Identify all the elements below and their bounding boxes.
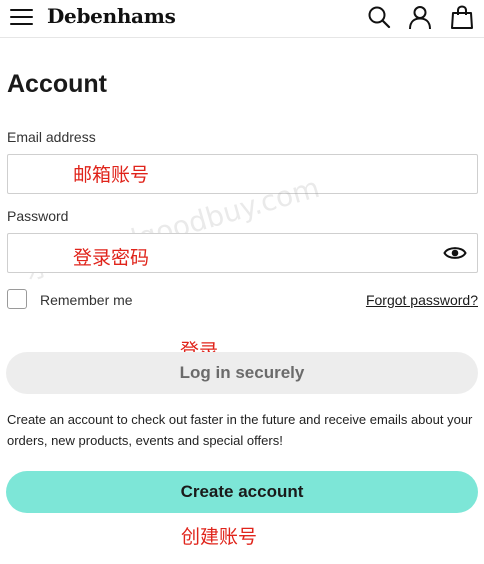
account-icon[interactable] [407,4,433,30]
brand-logo[interactable]: Debenhams [47,4,176,28]
email-label: Email address [7,129,96,145]
bag-icon[interactable] [449,4,475,30]
password-annotation: 登录密码 [73,247,150,269]
remember-me-checkbox[interactable] [7,289,27,309]
forgot-password-link[interactable]: Forgot password? [366,292,478,308]
header: Debenhams [0,0,484,38]
login-button[interactable]: Log in securely [6,352,478,394]
search-icon[interactable] [366,4,392,30]
remember-me-label[interactable]: Remember me [40,292,133,308]
password-label: Password [7,208,69,224]
menu-icon[interactable] [10,7,34,27]
create-account-button[interactable]: Create account [6,471,478,513]
show-password-icon[interactable] [443,243,467,263]
email-annotation: 邮箱账号 [73,164,150,186]
page-title: Account [7,70,107,98]
create-annotation: 创建账号 [181,526,258,548]
account-info-text: Create an account to check out faster in… [7,412,473,448]
